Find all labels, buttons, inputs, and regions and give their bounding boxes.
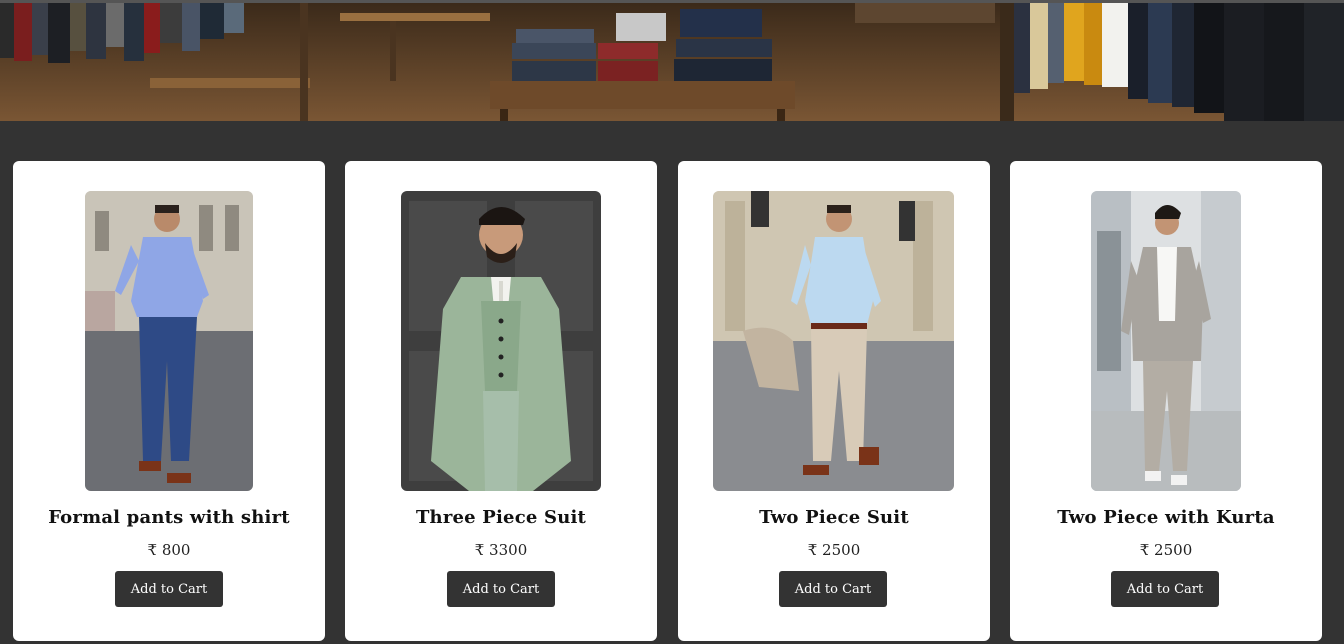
product-price: ₹ 3300 (474, 541, 528, 559)
add-to-cart-button[interactable]: Add to Cart (115, 571, 223, 607)
product-name: Formal pants with shirt (48, 507, 290, 528)
product-card: Two Piece with Kurta ₹ 2500 Add to Cart (1010, 161, 1322, 641)
product-price: ₹ 2500 (1139, 541, 1193, 559)
store-interior-image (0, 3, 1344, 121)
product-image[interactable] (85, 191, 253, 491)
product-card: Three Piece Suit ₹ 3300 Add to Cart (345, 161, 657, 641)
store-banner (0, 0, 1344, 121)
product-card: Two Piece Suit ₹ 2500 Add to Cart (678, 161, 990, 641)
product-image[interactable] (401, 191, 601, 491)
product-price: ₹ 2500 (807, 541, 861, 559)
product-name: Two Piece Suit (759, 507, 909, 528)
product-image[interactable] (1091, 191, 1241, 491)
product-name: Three Piece Suit (415, 507, 587, 528)
add-to-cart-button[interactable]: Add to Cart (447, 571, 555, 607)
product-image[interactable] (713, 191, 954, 491)
product-name: Two Piece with Kurta (1057, 507, 1275, 528)
add-to-cart-button[interactable]: Add to Cart (779, 571, 887, 607)
add-to-cart-button[interactable]: Add to Cart (1111, 571, 1219, 607)
product-grid: Formal pants with shirt ₹ 800 Add to Car… (0, 121, 1344, 644)
product-card: Formal pants with shirt ₹ 800 Add to Car… (13, 161, 325, 641)
product-price: ₹ 800 (147, 541, 191, 559)
